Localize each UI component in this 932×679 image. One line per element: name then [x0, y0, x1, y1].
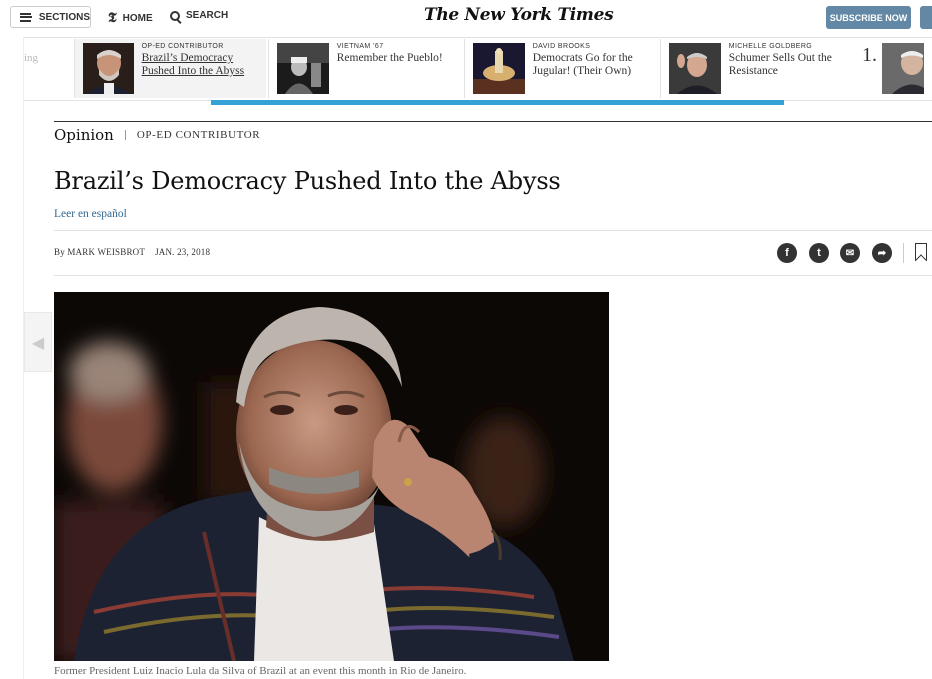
login-button-partial[interactable] [920, 6, 932, 29]
ribbon-item[interactable]: DAVID BROOKS Democrats Go for the Jugula… [464, 39, 660, 98]
ribbon-kicker: DAVID BROOKS [532, 43, 591, 50]
byline-author[interactable]: By MARK WEISBROT [54, 247, 145, 257]
subscribe-button[interactable]: SUBSCRIBE NOW [826, 6, 911, 29]
nyt-masthead-logo[interactable]: The New York Times [424, 5, 614, 25]
twitter-share-icon[interactable]: t [809, 243, 829, 263]
ribbon-thumbnail [473, 43, 525, 94]
ribbon-thumbnail [277, 43, 329, 94]
ribbon-item[interactable] [876, 39, 932, 98]
section-label[interactable]: Opinion [54, 126, 114, 144]
ribbon-partial-item[interactable]: ing [24, 38, 74, 100]
sections-label: SECTIONS [38, 11, 90, 23]
search-link[interactable]: SEARCH [170, 10, 228, 21]
sections-button[interactable]: SECTIONS [10, 6, 91, 28]
ribbon-scroll-progress [211, 100, 784, 105]
home-label: HOME [122, 12, 153, 24]
ribbon-rank-number: 1. [862, 44, 877, 66]
previous-article-arrow-icon[interactable]: ◀ [24, 312, 52, 372]
ribbon-thumbnail [669, 43, 721, 94]
more-share-icon[interactable]: ➦ [872, 243, 892, 263]
photo-caption: Former President Luiz Inacio Lula da Sil… [54, 665, 467, 677]
search-label: SEARCH [186, 10, 229, 21]
home-link[interactable]: 𝕿 HOME [108, 10, 153, 26]
ribbon-kicker: VIETNAM ’67 [336, 43, 384, 50]
ribbon-headline[interactable]: Schumer Sells Out the Resistance [729, 52, 856, 78]
divider [54, 275, 932, 276]
section-header: Opinion OP-ED CONTRIBUTOR [54, 126, 260, 144]
ribbon-item[interactable]: OP-ED CONTRIBUTOR Brazil’s Democracy Pus… [74, 39, 266, 98]
article-headline: Brazil’s Democracy Pushed Into the Abyss [54, 167, 561, 195]
search-icon [170, 10, 180, 21]
email-share-icon[interactable]: ✉ [840, 243, 860, 263]
ribbon-thumbnail [882, 43, 924, 94]
share-divider [903, 243, 904, 263]
nyt-t-icon: 𝕿 [108, 10, 117, 26]
hamburger-icon [20, 12, 32, 22]
byline: By MARK WEISBROT JAN. 23, 2018 [54, 247, 210, 257]
ribbon-item[interactable]: MICHELLE GOLDBERG Schumer Sells Out the … [660, 39, 856, 98]
facebook-share-icon[interactable]: f [777, 243, 797, 263]
section-separator [124, 130, 126, 140]
ribbon-kicker: MICHELLE GOLDBERG [728, 43, 813, 50]
author-name: MARK WEISBROT [67, 247, 146, 257]
ribbon-kicker: OP-ED CONTRIBUTOR [141, 43, 224, 50]
translation-link[interactable]: Leer en español [54, 208, 127, 220]
ribbon-item[interactable]: VIETNAM ’67 Remember the Pueblo! [268, 39, 464, 98]
byline-prefix: By [54, 247, 65, 257]
article-kicker: OP-ED CONTRIBUTOR [136, 129, 261, 141]
lead-photo [54, 292, 609, 661]
top-toolbar: SECTIONS 𝕿 HOME SEARCH The New York Time… [0, 0, 932, 36]
header-rule [54, 121, 932, 122]
ribbon-thumbnail [83, 43, 134, 94]
ribbon-headline[interactable]: Brazil’s Democracy Pushed Into the Abyss [142, 52, 266, 78]
ribbon-headline[interactable]: Remember the Pueblo! [337, 52, 464, 65]
publish-date: JAN. 23, 2018 [155, 247, 211, 257]
divider [54, 230, 932, 231]
story-ribbon: ing OP-ED CONTRIBUTOR Brazil’s Democracy… [24, 37, 932, 101]
bookmark-icon[interactable] [915, 243, 927, 261]
ribbon-headline[interactable]: Democrats Go for the Jugular! (Their Own… [533, 52, 660, 78]
